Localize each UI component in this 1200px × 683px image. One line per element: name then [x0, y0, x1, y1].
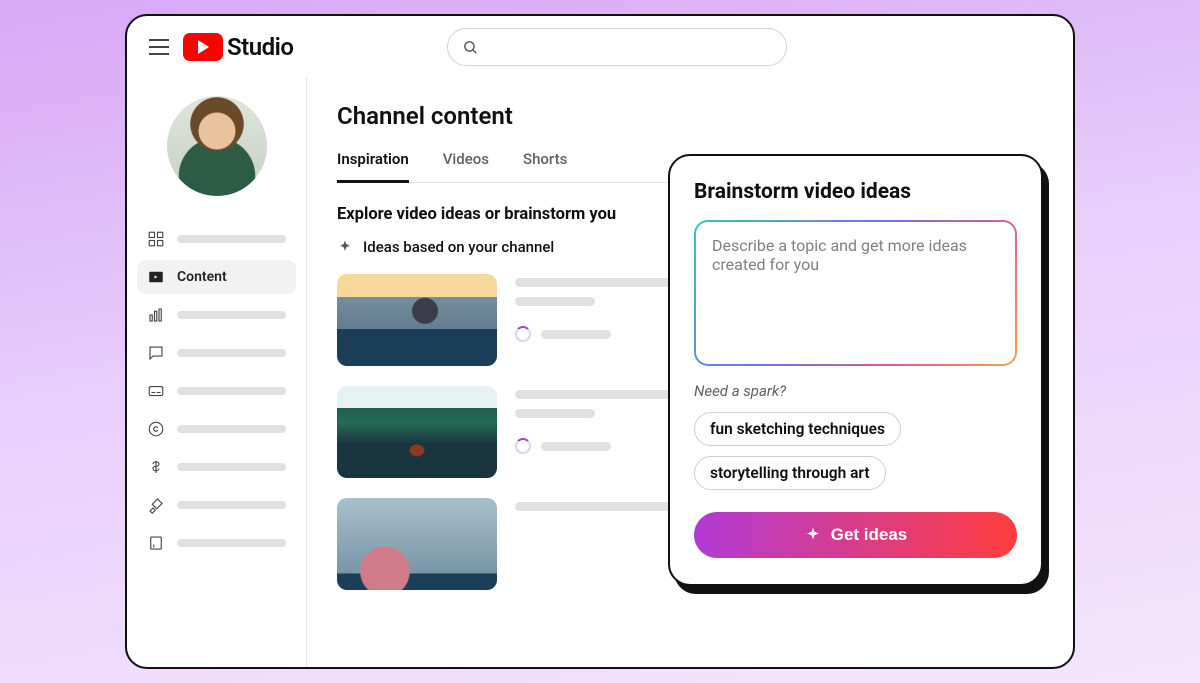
copyright-icon [147, 420, 165, 438]
sidebar-item-label [177, 463, 286, 471]
sidebar-item-audio[interactable] [137, 526, 296, 560]
earn-icon [147, 458, 165, 476]
brainstorm-panel: Brainstorm video ideas Need a spark? fun… [668, 154, 1043, 586]
studio-logo[interactable]: Studio [183, 33, 293, 61]
subtitles-icon [147, 382, 165, 400]
comments-icon [147, 344, 165, 362]
tab-inspiration[interactable]: Inspiration [337, 150, 409, 183]
dashboard-icon [147, 230, 165, 248]
get-ideas-label: Get ideas [831, 525, 908, 545]
audio-icon [147, 534, 165, 552]
topbar: Studio [127, 16, 1073, 78]
sidebar-item-subtitles[interactable] [137, 374, 296, 408]
suggestion-chip[interactable]: storytelling through art [694, 456, 886, 490]
sidebar-item-customize[interactable] [137, 488, 296, 522]
content-icon [147, 268, 165, 286]
sidebar-item-label [177, 425, 286, 433]
sidebar-item-copyright[interactable] [137, 412, 296, 446]
sidebar: Content [127, 78, 307, 667]
sidebar-item-dashboard[interactable] [137, 222, 296, 256]
ideas-based-label: Ideas based on your channel [363, 238, 554, 256]
customize-icon [147, 496, 165, 514]
brainstorm-input[interactable] [712, 236, 999, 350]
youtube-mark-icon [183, 33, 223, 61]
sidebar-item-content[interactable]: Content [137, 260, 296, 294]
idea-thumbnail [337, 274, 497, 366]
menu-icon[interactable] [149, 39, 169, 55]
sidebar-item-comments[interactable] [137, 336, 296, 370]
sidebar-nav: Content [127, 222, 306, 560]
app-name: Studio [227, 33, 293, 61]
brainstorm-title: Brainstorm video ideas [694, 180, 1017, 204]
loading-spinner-icon [515, 438, 531, 454]
sidebar-item-label: Content [177, 269, 227, 285]
brainstorm-input-wrapper [694, 220, 1017, 366]
suggestion-chip[interactable]: fun sketching techniques [694, 412, 901, 446]
get-ideas-button[interactable]: Get ideas [694, 512, 1017, 558]
loading-spinner-icon [515, 326, 531, 342]
idea-thumbnail [337, 498, 497, 590]
sidebar-item-label [177, 311, 286, 319]
app-window: Studio Content [125, 14, 1075, 669]
spark-label: Need a spark? [694, 382, 1017, 400]
sidebar-item-earn[interactable] [137, 450, 296, 484]
sidebar-item-label [177, 349, 286, 357]
sidebar-item-label [177, 235, 286, 243]
idea-thumbnail [337, 386, 497, 478]
search-icon [462, 39, 479, 56]
page-title: Channel content [337, 102, 1043, 130]
sidebar-item-label [177, 539, 286, 547]
analytics-icon [147, 306, 165, 324]
suggestion-chips: fun sketching techniques storytelling th… [694, 412, 1017, 490]
sparkle-icon [337, 239, 353, 255]
search-input[interactable] [447, 28, 787, 66]
sidebar-item-label [177, 387, 286, 395]
sparkle-icon [804, 526, 822, 544]
tab-videos[interactable]: Videos [443, 150, 489, 182]
channel-avatar[interactable] [167, 96, 267, 196]
sidebar-item-label [177, 501, 286, 509]
sidebar-item-analytics[interactable] [137, 298, 296, 332]
tab-shorts[interactable]: Shorts [523, 150, 567, 182]
